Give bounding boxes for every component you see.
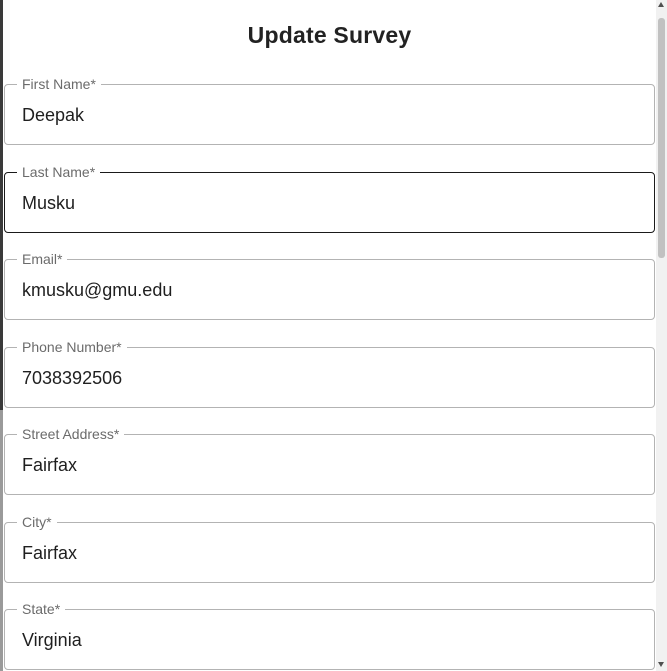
state-field[interactable]: State* Virginia (4, 601, 655, 670)
scroll-down-arrow-icon[interactable] (658, 662, 664, 667)
vertical-scrollbar[interactable] (656, 0, 667, 671)
street-address-input[interactable]: Fairfax (22, 454, 77, 476)
city-input[interactable]: Fairfax (22, 542, 77, 564)
state-input[interactable]: Virginia (22, 629, 82, 651)
last-name-field[interactable]: Last Name* Musku (4, 164, 655, 233)
first-name-field[interactable]: First Name* Deepak (4, 76, 655, 145)
update-survey-dialog: Update Survey First Name* Deepak Last Na… (3, 0, 656, 671)
first-name-input[interactable]: Deepak (22, 104, 84, 126)
city-field[interactable]: City* Fairfax (4, 514, 655, 583)
last-name-label: Last Name* (17, 164, 101, 180)
street-address-field[interactable]: Street Address* Fairfax (4, 426, 655, 495)
city-label: City* (17, 514, 57, 530)
first-name-label: First Name* (17, 76, 101, 92)
state-label: State* (17, 601, 66, 617)
last-name-input[interactable]: Musku (22, 192, 75, 214)
phone-number-field[interactable]: Phone Number* 7038392506 (4, 339, 655, 408)
scrollbar-thumb[interactable] (658, 18, 665, 258)
email-input[interactable]: kmusku@gmu.edu (22, 279, 172, 301)
email-field[interactable]: Email* kmusku@gmu.edu (4, 251, 655, 320)
email-label: Email* (17, 251, 68, 267)
phone-number-input[interactable]: 7038392506 (22, 367, 122, 389)
street-address-label: Street Address* (17, 426, 125, 442)
dialog-title: Update Survey (247, 22, 412, 48)
phone-number-label: Phone Number* (17, 339, 127, 355)
scroll-up-arrow-icon[interactable] (658, 2, 664, 7)
